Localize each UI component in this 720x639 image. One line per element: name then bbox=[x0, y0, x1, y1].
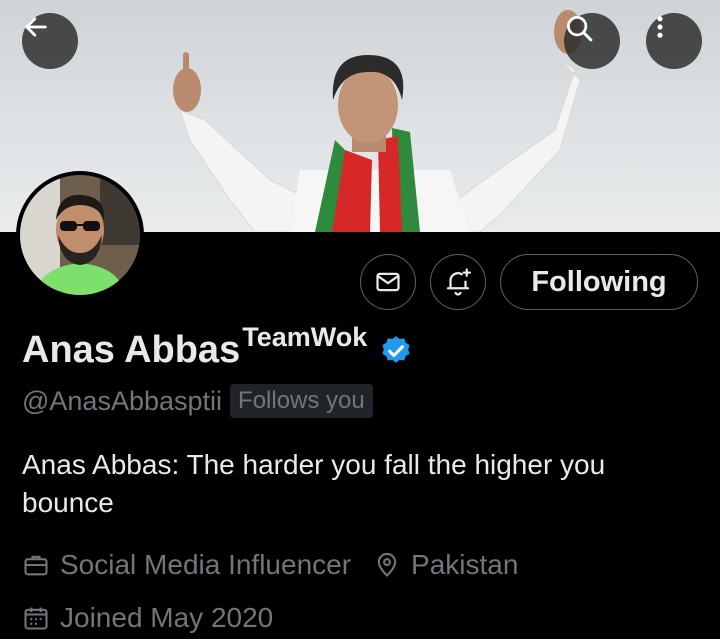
display-name: Anas Abbas bbox=[22, 329, 241, 371]
calendar-icon bbox=[24, 607, 48, 630]
bell-plus-icon bbox=[446, 268, 471, 296]
name-suffix: TeamWok bbox=[242, 322, 368, 352]
location-item: Pakistan bbox=[373, 549, 518, 581]
profile-meta-row: Social Media Influencer Pakistan bbox=[22, 549, 540, 581]
category-item: Social Media Influencer bbox=[22, 549, 351, 581]
joined-row: Joined May 2020 bbox=[22, 602, 295, 634]
message-button[interactable] bbox=[360, 254, 416, 310]
more-options-button[interactable] bbox=[646, 13, 702, 69]
verified-badge-icon[interactable] bbox=[379, 334, 413, 368]
following-button[interactable]: Following bbox=[500, 254, 698, 310]
more-vertical-icon bbox=[657, 16, 663, 38]
location-label: Pakistan bbox=[411, 549, 519, 580]
search-button[interactable] bbox=[564, 13, 620, 69]
handle-row: @AnasAbbasptii Follows you bbox=[22, 384, 373, 418]
envelope-icon bbox=[376, 272, 400, 292]
arrow-left-icon bbox=[25, 17, 47, 37]
profile-name-row: Anas Abbas TeamWok bbox=[22, 322, 413, 378]
map-pin-icon bbox=[377, 552, 397, 577]
search-icon bbox=[567, 16, 593, 42]
notifications-button[interactable] bbox=[430, 254, 486, 310]
following-label: Following bbox=[531, 265, 667, 298]
profile-bio: Anas Abbas: The harder you fall the high… bbox=[22, 449, 606, 518]
follows-you-badge: Follows you bbox=[230, 384, 373, 418]
joined-item: Joined May 2020 bbox=[22, 602, 273, 634]
category-label: Social Media Influencer bbox=[60, 549, 352, 580]
joined-label: Joined May 2020 bbox=[60, 602, 274, 633]
avatar-image bbox=[20, 175, 140, 295]
briefcase-icon bbox=[24, 555, 48, 576]
back-button[interactable] bbox=[22, 13, 78, 69]
user-handle: @AnasAbbasptii bbox=[22, 385, 223, 416]
avatar[interactable] bbox=[16, 171, 144, 299]
